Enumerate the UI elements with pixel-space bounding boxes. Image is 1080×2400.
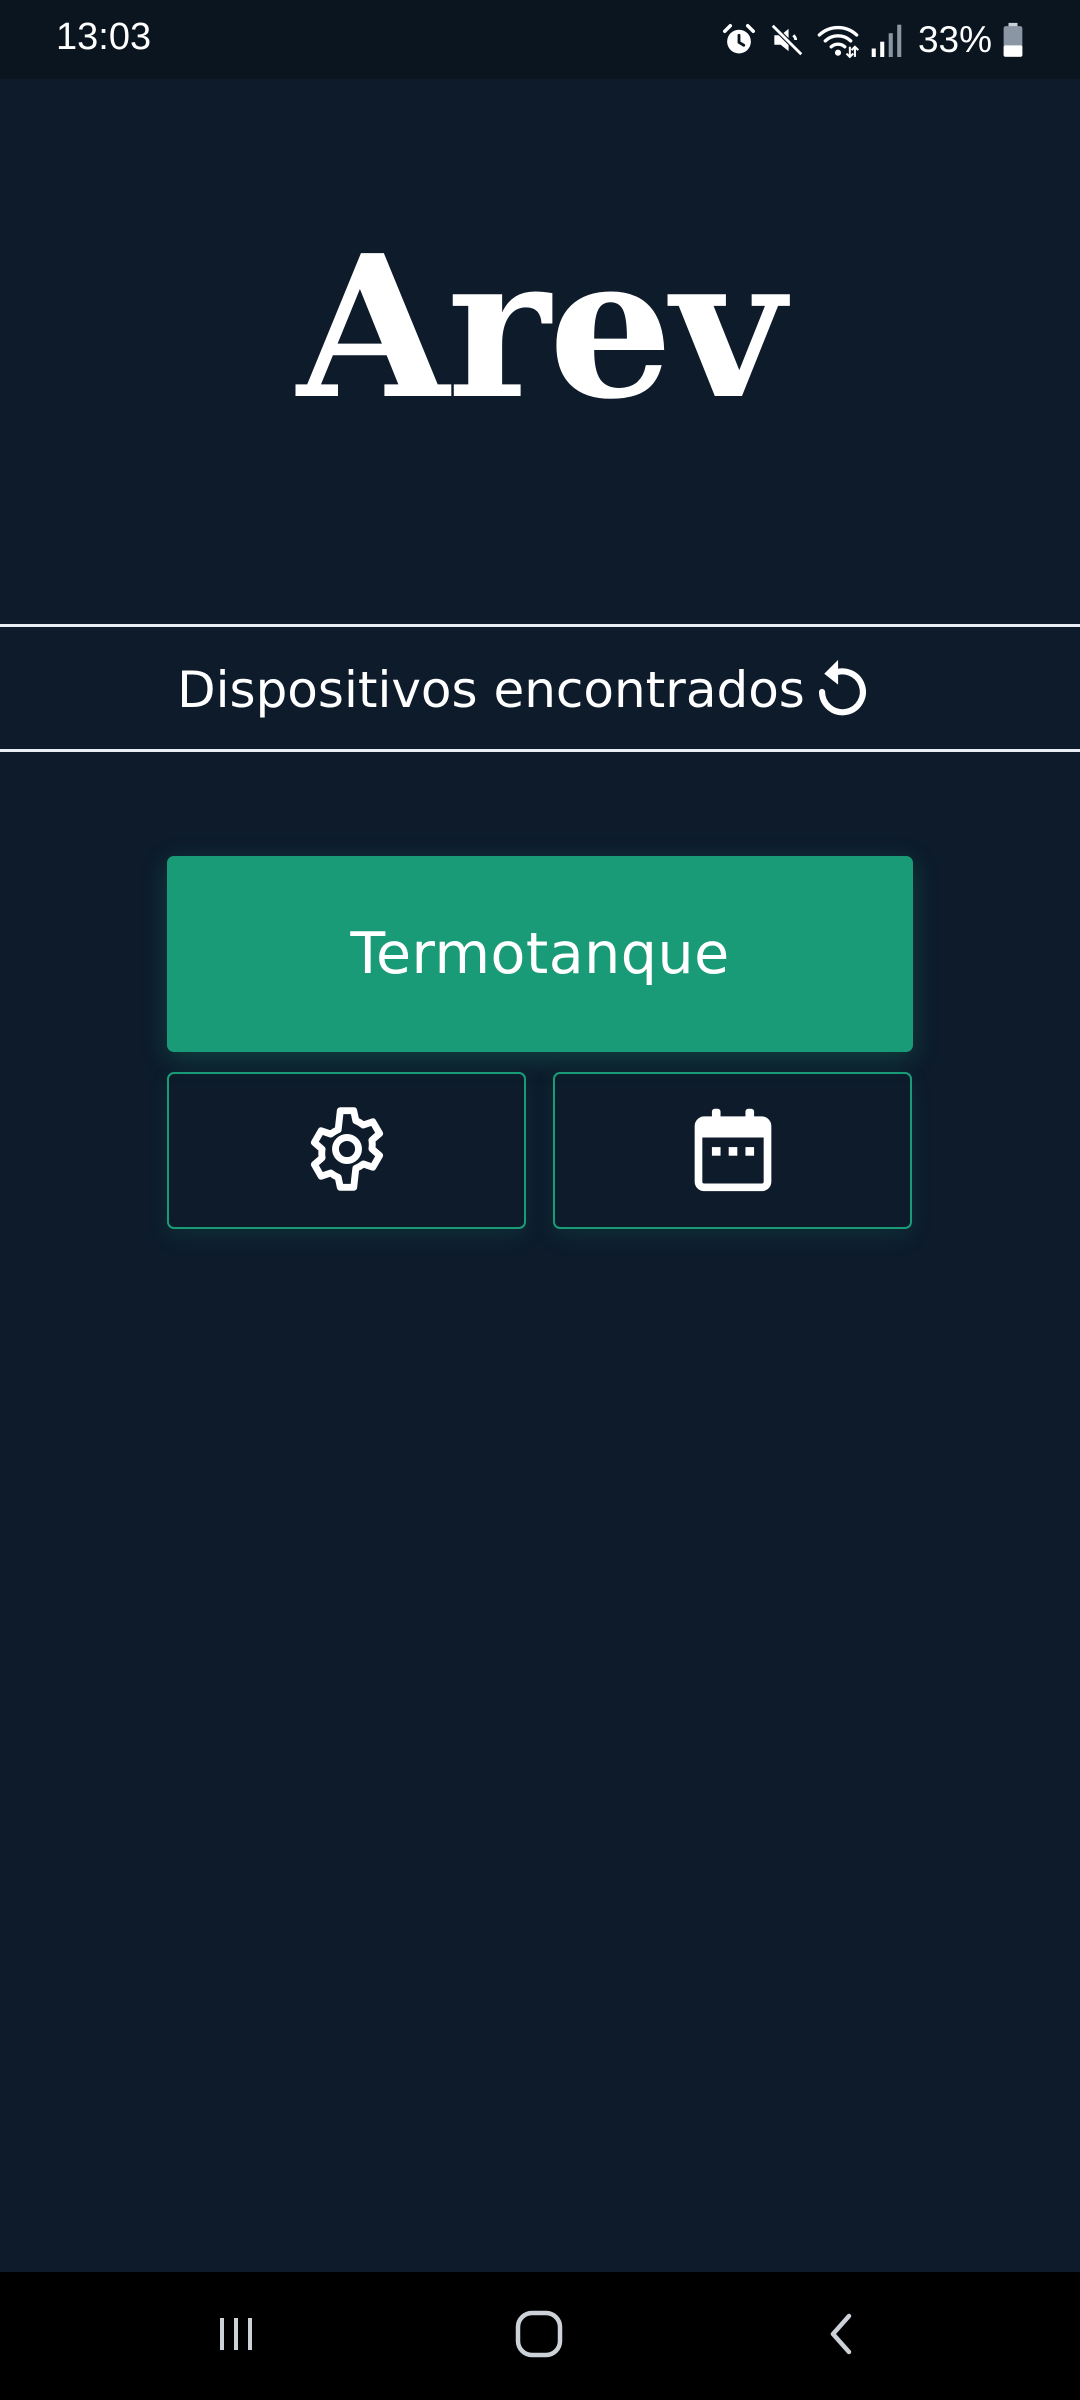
refresh-button[interactable] bbox=[806, 654, 876, 724]
home-button[interactable] bbox=[479, 2272, 599, 2400]
status-time: 13:03 bbox=[56, 16, 152, 58]
device-settings-button[interactable] bbox=[167, 1072, 526, 1229]
battery-icon bbox=[1002, 22, 1024, 58]
back-button[interactable] bbox=[781, 2272, 901, 2400]
alarm-icon bbox=[720, 21, 758, 59]
wifi-icon bbox=[816, 21, 860, 59]
recents-icon bbox=[212, 2310, 260, 2362]
recents-button[interactable] bbox=[176, 2272, 296, 2400]
status-icons: 33% bbox=[720, 18, 1024, 62]
device-name: Termotanque bbox=[350, 921, 730, 987]
navigation-bar bbox=[0, 2272, 1080, 2400]
devices-header: Dispositivos encontrados bbox=[0, 624, 1080, 752]
calendar-icon bbox=[690, 1103, 776, 1199]
app-title: Arev bbox=[297, 213, 785, 443]
signal-icon bbox=[870, 21, 904, 59]
devices-found-label: Dispositivos encontrados bbox=[177, 661, 805, 719]
refresh-icon bbox=[806, 659, 876, 728]
back-icon bbox=[821, 2308, 861, 2364]
mute-icon bbox=[768, 21, 806, 59]
device-schedule-button[interactable] bbox=[553, 1072, 912, 1229]
device-button-termotanque[interactable]: Termotanque bbox=[167, 856, 913, 1052]
status-bar: 13:03 33% bbox=[0, 0, 1080, 79]
home-icon bbox=[513, 2308, 565, 2364]
gear-icon bbox=[301, 1103, 393, 1199]
battery-percentage: 33% bbox=[917, 19, 992, 60]
